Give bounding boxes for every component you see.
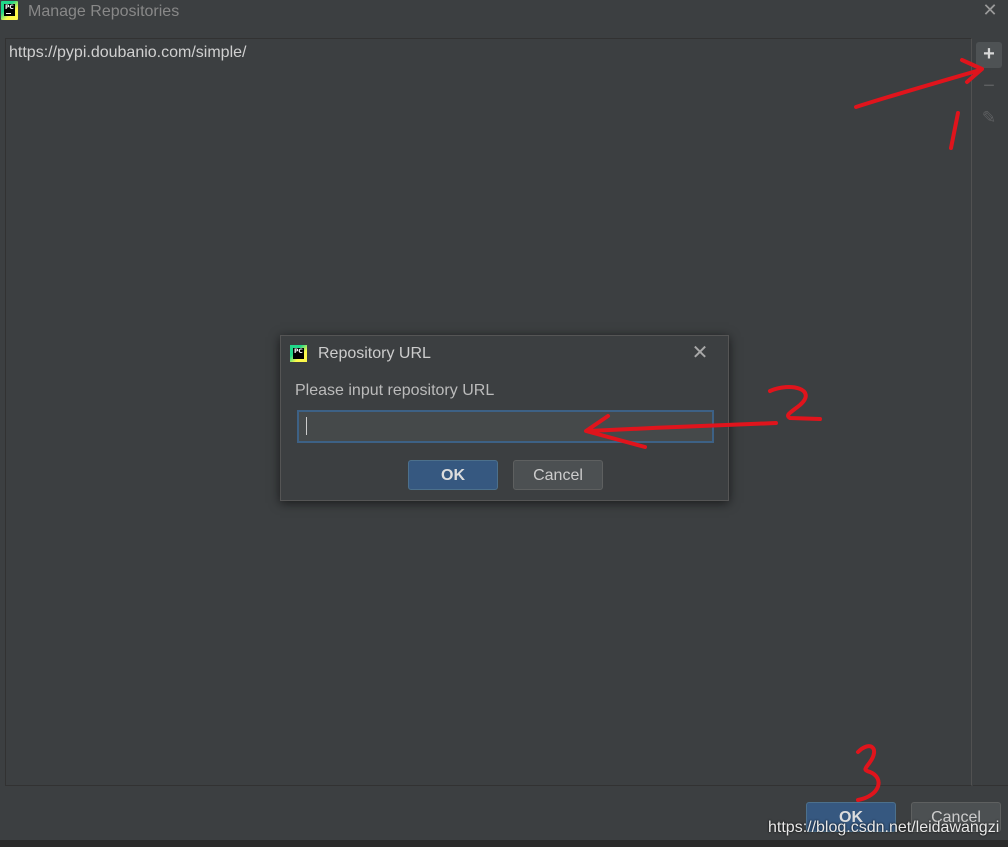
text-caret bbox=[306, 417, 307, 435]
window-title: Manage Repositories bbox=[28, 3, 180, 20]
title-bar: PC Manage Repositories ✕ bbox=[0, 0, 1008, 24]
close-icon[interactable]: ✕ bbox=[690, 343, 710, 363]
pencil-icon: ✎ bbox=[981, 108, 997, 127]
watermark: https://blog.csdn.net/leidawangzi bbox=[768, 819, 1000, 836]
input-prompt: Please input repository URL bbox=[295, 382, 495, 399]
pycharm-logo-icon: PC bbox=[290, 345, 307, 362]
dialog-buttons: OK Cancel bbox=[0, 786, 1008, 847]
list-item[interactable]: https://pypi.doubanio.com/simple/ bbox=[9, 44, 246, 62]
remove-repository-button[interactable]: − bbox=[976, 74, 1002, 100]
minus-icon: − bbox=[983, 75, 995, 97]
logo-text: PC bbox=[294, 348, 303, 355]
taskbar-strip bbox=[0, 840, 1008, 847]
dialog-cancel-button[interactable]: Cancel bbox=[513, 460, 603, 490]
dialog-title: Repository URL bbox=[318, 345, 431, 362]
pycharm-logo-icon: PC bbox=[1, 1, 18, 20]
repository-url-input[interactable] bbox=[297, 410, 714, 443]
add-repository-button[interactable]: + bbox=[976, 42, 1002, 68]
manage-repositories-window: PC Manage Repositories ✕ https://pypi.do… bbox=[0, 0, 1008, 847]
close-icon[interactable]: ✕ bbox=[982, 1, 998, 19]
dialog-ok-button[interactable]: OK bbox=[408, 460, 498, 490]
logo-text: PC bbox=[5, 4, 14, 11]
list-toolbar: + − ✎ bbox=[973, 38, 1008, 786]
edit-repository-button[interactable]: ✎ bbox=[976, 106, 1002, 132]
repository-url-dialog: PC Repository URL ✕ Please input reposit… bbox=[280, 335, 729, 501]
plus-icon: + bbox=[983, 43, 995, 65]
